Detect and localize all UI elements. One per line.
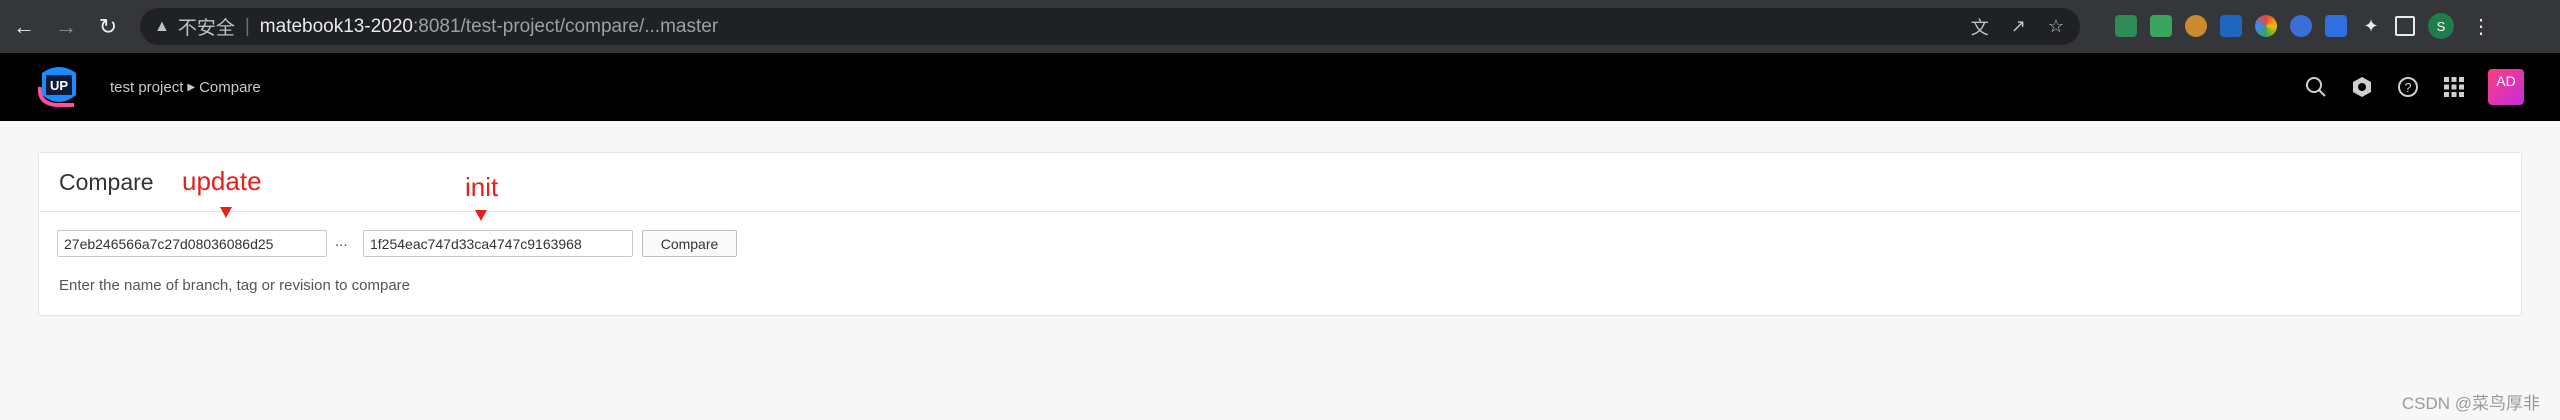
app-logo[interactable]: UP <box>36 65 82 109</box>
page-title: Compare <box>59 169 154 195</box>
breadcrumb-caret-icon: ▶ <box>187 81 196 93</box>
breadcrumb: test project ▶ Compare <box>110 53 261 121</box>
share-icon[interactable]: ↗ <box>2011 16 2026 37</box>
watermark: CSDN @菜鸟厚非 <box>2401 394 2540 413</box>
extension-cookie-icon[interactable] <box>2185 15 2207 37</box>
settings-icon[interactable] <box>2350 75 2374 99</box>
annotation-init-label: init <box>465 172 499 202</box>
url-path: :8081/test-project/compare/...master <box>412 15 719 37</box>
breadcrumb-current: Compare <box>199 78 261 96</box>
back-icon[interactable]: ← <box>6 9 42 45</box>
extension-translate-icon[interactable] <box>2325 15 2347 37</box>
revision-separator: ... <box>335 233 348 250</box>
extension-calendar-icon[interactable] <box>2150 15 2172 37</box>
search-icon[interactable] <box>2304 75 2328 99</box>
reload-icon[interactable]: ↻ <box>90 9 126 45</box>
app-header: UP test project ▶ Compare ? AD <box>0 53 2560 121</box>
svg-text:?: ? <box>2404 80 2411 95</box>
extension-sheets-icon[interactable] <box>2115 15 2137 37</box>
address-separator: | <box>244 15 250 37</box>
annotation-init-arrow <box>475 210 487 221</box>
warning-icon: ▲ <box>154 17 170 35</box>
insecure-label: 不安全 <box>177 18 235 39</box>
bookmark-star-icon[interactable]: ☆ <box>2048 16 2064 37</box>
target-revision-input[interactable] <box>363 230 633 257</box>
annotation-update-label: update <box>182 166 262 196</box>
extension-chrome-icon[interactable] <box>2255 15 2277 37</box>
address-bar[interactable]: ▲ 不安全 | matebook13-2020:8081/test-projec… <box>140 8 2080 45</box>
compare-hint: Enter the name of branch, tag or revisio… <box>59 277 411 294</box>
apps-grid-icon[interactable] <box>2442 75 2466 99</box>
browser-toolbar: ← → ↻ ▲ 不安全 | matebook13-2020:8081/test-… <box>0 0 2560 53</box>
divider <box>39 211 2521 212</box>
help-icon[interactable]: ? <box>2396 75 2420 99</box>
side-panel-icon[interactable] <box>2395 16 2415 36</box>
compare-button[interactable]: Compare <box>642 230 737 257</box>
extension-outlook-icon[interactable] <box>2220 15 2242 37</box>
breadcrumb-project[interactable]: test project <box>110 79 183 96</box>
forward-icon[interactable]: → <box>48 9 84 45</box>
compare-panel: Compare ... Compare Enter the name of br… <box>38 152 2522 316</box>
browser-menu-icon[interactable]: ⋮ <box>2471 14 2491 39</box>
user-avatar[interactable]: AD <box>2488 69 2524 105</box>
extension-firefox-icon[interactable] <box>2290 15 2312 37</box>
url-host: matebook13-2020 <box>259 15 413 37</box>
svg-text:UP: UP <box>50 78 68 93</box>
extensions-puzzle-icon[interactable]: ✦ <box>2360 15 2382 37</box>
profile-avatar[interactable]: S <box>2428 13 2454 39</box>
translate-icon[interactable]: 文 <box>1971 14 1989 40</box>
base-revision-input[interactable] <box>57 230 327 257</box>
annotation-update-arrow <box>220 207 232 218</box>
